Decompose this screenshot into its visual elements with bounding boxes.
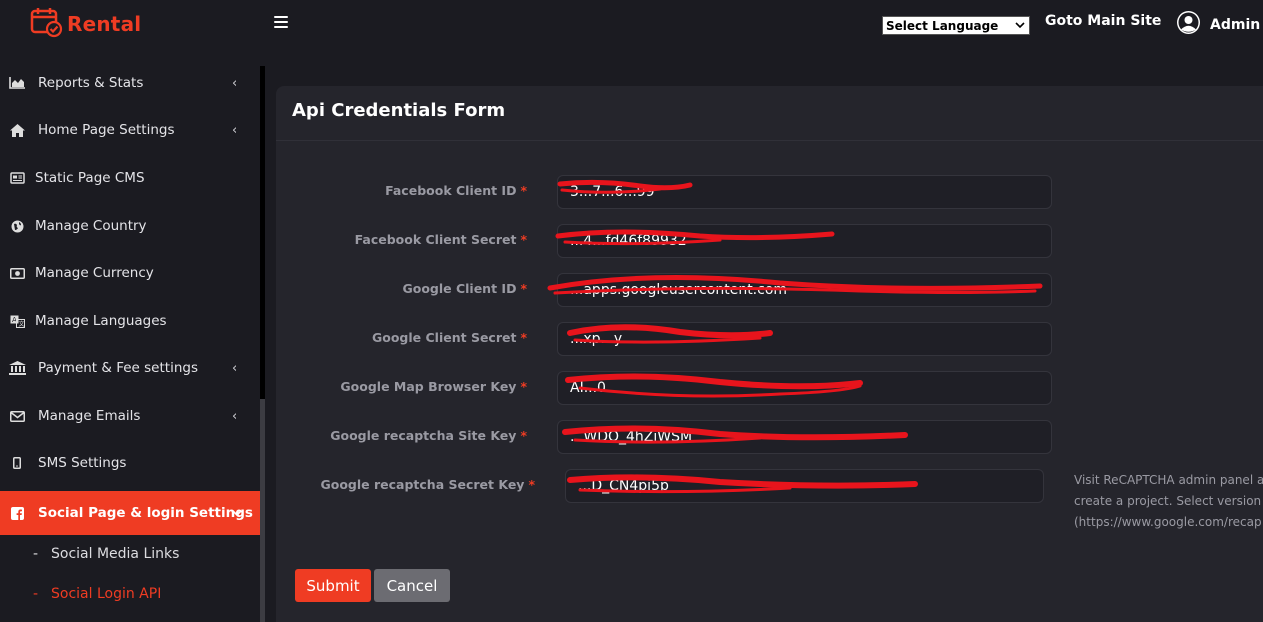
- page-title: Api Credentials Form: [292, 100, 506, 121]
- help-line: create a project. Select version v: [1074, 494, 1263, 508]
- required-asterisk: *: [520, 281, 527, 296]
- money-icon: [8, 266, 26, 280]
- google-map-browser-key-field[interactable]: AI...0: [557, 371, 1052, 405]
- sidebar-item-label: SMS Settings: [38, 455, 127, 471]
- recaptcha-help-text: Visit ReCAPTCHA admin panel a create a p…: [1074, 470, 1263, 533]
- sidebar-item-manage-country[interactable]: Manage Country: [0, 204, 260, 248]
- field-label: Google Map Browser Key: [340, 379, 517, 394]
- globe-icon: [8, 219, 26, 233]
- svg-text:文: 文: [18, 320, 24, 328]
- field-label: Google Client Secret: [372, 330, 517, 345]
- calendar-check-icon: [30, 6, 64, 42]
- google-recaptcha-site-key-field[interactable]: ...WDO_4hZiWSM: [557, 420, 1052, 454]
- field-label: Facebook Client Secret: [354, 232, 517, 247]
- language-icon: A文: [8, 314, 26, 328]
- user-avatar-icon: [1176, 10, 1201, 39]
- language-select-value: Select Language: [886, 18, 999, 33]
- dash-bullet: -: [33, 586, 39, 602]
- required-asterisk: *: [520, 183, 527, 198]
- sidebar-subitem-label: Social Media Links: [51, 546, 180, 562]
- newspaper-icon: [8, 171, 26, 185]
- google-client-secret-field[interactable]: ...xp...y: [557, 322, 1052, 356]
- form-row-facebook-client-id: Facebook Client ID * 3...7...6...99: [276, 175, 1263, 209]
- sidebar-item-label: Home Page Settings: [38, 122, 175, 138]
- sidebar-item-manage-currency[interactable]: Manage Currency: [0, 251, 260, 295]
- brand-name: Rental: [67, 12, 142, 36]
- chevron-down-icon: [1014, 19, 1026, 32]
- form-row-google-map-browser-key: Google Map Browser Key * AI...0: [276, 371, 1263, 405]
- facebook-client-secret-field[interactable]: ...4...fd46f89932: [557, 224, 1052, 258]
- sidebar-subitem-social-login-api[interactable]: - Social Login API: [0, 576, 260, 612]
- sidebar-item-reports-stats[interactable]: Reports & Stats ‹: [0, 61, 260, 105]
- sidebar-item-manage-languages[interactable]: A文 Manage Languages: [0, 299, 260, 343]
- chevron-left-icon: ‹: [232, 75, 238, 91]
- submit-button[interactable]: Submit: [295, 569, 371, 602]
- required-asterisk: *: [520, 330, 527, 345]
- sidebar-item-sms-settings[interactable]: SMS Settings: [0, 441, 260, 485]
- mobile-icon: [8, 456, 26, 470]
- facebook-client-id-field[interactable]: 3...7...6...99: [557, 175, 1052, 209]
- sidebar-item-static-page-cms[interactable]: Static Page CMS: [0, 156, 260, 200]
- menu-toggle-icon[interactable]: [273, 14, 289, 30]
- home-icon: [8, 123, 26, 137]
- card-header: Api Credentials Form: [276, 86, 1263, 141]
- dash-bullet: -: [33, 546, 39, 562]
- admin-name: Admin: [1210, 16, 1261, 33]
- form-row-facebook-client-secret: Facebook Client Secret * ...4...fd46f8993…: [276, 224, 1263, 258]
- field-label: Google Client ID: [402, 281, 517, 296]
- help-line: (https://www.google.com/recap: [1074, 515, 1262, 529]
- required-asterisk: *: [520, 428, 527, 443]
- brand-logo[interactable]: Rental: [30, 7, 141, 41]
- sidebar-item-label: Manage Currency: [35, 265, 154, 281]
- field-label: Google recaptcha Site Key: [330, 428, 517, 443]
- api-credentials-card: Api Credentials Form Facebook Client ID *…: [276, 86, 1263, 622]
- google-recaptcha-secret-key-field[interactable]: ...D_CN4pi5p: [565, 469, 1044, 503]
- field-label: Facebook Client ID: [385, 183, 517, 198]
- chevron-down-icon: [232, 506, 242, 521]
- goto-main-site-link[interactable]: Goto Main Site: [1045, 13, 1161, 29]
- bank-icon: [8, 361, 26, 375]
- sidebar-subitem-social-media-links[interactable]: - Social Media Links: [0, 536, 260, 572]
- sidebar-subitem-label: Social Login API: [51, 586, 162, 602]
- sidebar-item-label: Payment & Fee settings: [38, 360, 198, 376]
- chevron-left-icon: ‹: [232, 122, 238, 138]
- form-row-google-client-id: Google Client ID * ...apps.googleusercont…: [276, 273, 1263, 307]
- sidebar-item-label: Manage Emails: [38, 408, 141, 424]
- form-row-google-recaptcha-site-key: Google recaptcha Site Key * ...WDO_4hZiWS…: [276, 420, 1263, 454]
- envelope-icon: [8, 409, 26, 423]
- help-line: Visit ReCAPTCHA admin panel a: [1074, 473, 1263, 487]
- google-client-id-field[interactable]: ...apps.googleusercontent.com: [557, 273, 1052, 307]
- admin-menu[interactable]: Admin: [1176, 10, 1260, 39]
- sidebar-item-payment-fee-settings[interactable]: Payment & Fee settings ‹: [0, 346, 260, 390]
- required-asterisk: *: [520, 232, 527, 247]
- chevron-left-icon: ‹: [232, 408, 238, 424]
- required-asterisk: *: [528, 477, 535, 492]
- chevron-left-icon: ‹: [232, 360, 238, 376]
- form-row-google-client-secret: Google Client Secret * ...xp...y: [276, 322, 1263, 356]
- sidebar-scrollbar[interactable]: [260, 66, 265, 622]
- sidebar-item-label: Reports & Stats: [38, 75, 144, 91]
- facebook-icon: [8, 506, 26, 520]
- sidebar-item-label: Static Page CMS: [35, 170, 145, 186]
- sidebar-item-label: Social Page & login Settings: [38, 505, 253, 521]
- language-select[interactable]: Select Language: [882, 16, 1030, 35]
- required-asterisk: *: [520, 379, 527, 394]
- sidebar-item-manage-emails[interactable]: Manage Emails ‹: [0, 394, 260, 438]
- top-bar: Rental Select Language Goto Main Site Ad…: [0, 0, 1263, 52]
- sidebar-item-home-page-settings[interactable]: Home Page Settings ‹: [0, 108, 260, 152]
- cancel-button[interactable]: Cancel: [374, 569, 450, 602]
- field-label: Google recaptcha Secret Key: [320, 477, 525, 492]
- chart-area-icon: [8, 76, 26, 90]
- sidebar-item-label: Manage Languages: [35, 313, 167, 329]
- sidebar-item-label: Manage Country: [35, 218, 147, 234]
- sidebar-item-social-page-login-settings[interactable]: Social Page & login Settings: [0, 491, 260, 535]
